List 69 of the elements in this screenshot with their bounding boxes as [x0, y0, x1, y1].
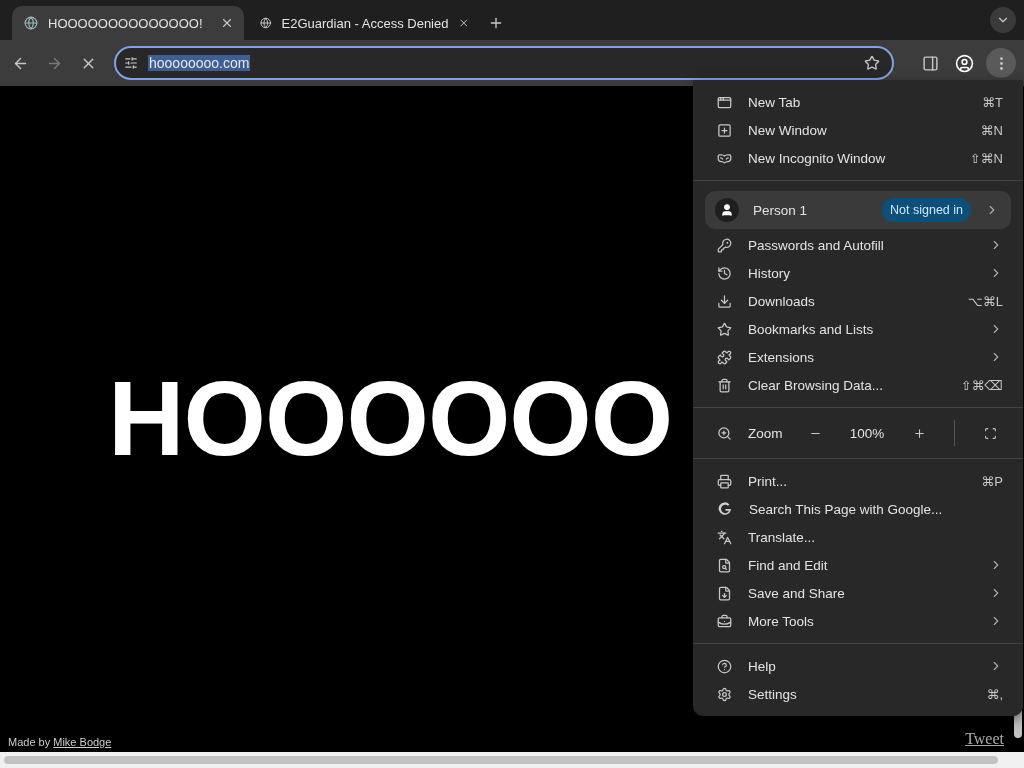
help-icon	[717, 658, 732, 674]
find-icon	[717, 557, 732, 573]
menu-item[interactable]: Clear Browsing Data... ⇧⌘⌫	[693, 371, 1023, 399]
close-icon[interactable]	[458, 16, 470, 30]
menu-item[interactable]: Downloads ⌥⌘L	[693, 287, 1023, 315]
page-heading: HOOOOOO	[108, 365, 673, 471]
profile-row[interactable]: Person 1 Not signed in	[705, 191, 1011, 229]
menu-item[interactable]: Passwords and Autofill	[693, 231, 1023, 259]
globe-icon	[260, 16, 272, 30]
new-window-icon	[717, 122, 732, 138]
star-icon	[717, 321, 732, 337]
site-settings-icon[interactable]	[124, 56, 138, 70]
menu-item[interactable]: Help	[693, 652, 1023, 680]
zoom-value: 100%	[848, 425, 886, 441]
translate-icon	[717, 529, 732, 545]
menu-item[interactable]: New Window ⌘N	[693, 116, 1023, 144]
menu-item[interactable]: History	[693, 259, 1023, 287]
trash-icon	[717, 377, 732, 393]
profile-name: Person 1	[753, 202, 809, 218]
close-icon[interactable]	[220, 16, 234, 30]
new-tab-icon	[717, 94, 732, 110]
new-tab-icon[interactable]	[488, 15, 504, 31]
menu-item[interactable]: Search This Page with Google...	[693, 495, 1023, 523]
menu-item[interactable]: Save and Share	[693, 579, 1023, 607]
shortcut-text: ⌘P	[981, 473, 1003, 489]
shortcut-text: ⇧⌘N	[969, 150, 1003, 166]
briefcase-icon	[717, 613, 732, 629]
shortcut-text: ⌥⌘L	[967, 293, 1003, 309]
history-icon	[717, 265, 732, 281]
shortcut-text: ⌘T	[982, 94, 1003, 110]
printer-icon	[717, 473, 732, 489]
address-text: hoooooooo.com	[148, 55, 251, 71]
browser-tab[interactable]: E2Guardian - Access Denied	[248, 6, 480, 40]
scrollbar-thumb[interactable]	[4, 756, 998, 764]
settings-icon	[717, 686, 732, 702]
menu-item[interactable]: Settings ⌘,	[693, 680, 1023, 708]
fullscreen-icon[interactable]	[983, 426, 997, 440]
shortcut-text: ⌘,	[986, 686, 1003, 702]
download-icon	[717, 293, 732, 309]
favicon-icon	[24, 16, 38, 30]
avatar-icon	[715, 198, 739, 222]
tweet-link[interactable]: Tweet	[965, 730, 1004, 748]
menu-item[interactable]: New Tab ⌘T	[693, 88, 1023, 116]
puzzle-icon	[717, 349, 732, 365]
save-icon	[717, 585, 732, 601]
zoom-icon	[717, 425, 732, 441]
menu-item[interactable]: Find and Edit	[693, 551, 1023, 579]
menu-item[interactable]: New Incognito Window ⇧⌘N	[693, 144, 1023, 172]
shortcut-text: ⌘N	[980, 122, 1003, 138]
g-icon	[717, 501, 733, 517]
zoom-in-icon[interactable]	[912, 426, 926, 440]
menu-item[interactable]: Bookmarks and Lists	[693, 315, 1023, 343]
menu-item[interactable]: Extensions	[693, 343, 1023, 371]
menu-item[interactable]: Print... ⌘P	[693, 467, 1023, 495]
tab-title: HOOOOOOOOOOOOOO!	[48, 15, 204, 31]
key-icon	[717, 237, 732, 253]
browser-tab[interactable]: HOOOOOOOOOOOOOO!	[12, 6, 244, 40]
bookmark-star-icon[interactable]	[864, 55, 880, 71]
shortcut-text: ⇧⌘⌫	[960, 377, 1003, 393]
menu-item[interactable]: Translate...	[693, 523, 1023, 551]
author-link[interactable]: Mike Bodge	[53, 736, 112, 748]
profile-icon[interactable]	[954, 53, 974, 73]
menu-item[interactable]: More Tools	[693, 607, 1023, 635]
menu-label: Zoom	[748, 425, 784, 441]
address-bar[interactable]: hoooooooo.com	[114, 46, 894, 80]
tab-title: E2Guardian - Access Denied	[281, 15, 449, 31]
sign-in-status[interactable]: Not signed in	[882, 198, 971, 222]
credit-text: Made by Mike Bodge	[8, 736, 112, 748]
side-panel-icon[interactable]	[921, 54, 939, 72]
